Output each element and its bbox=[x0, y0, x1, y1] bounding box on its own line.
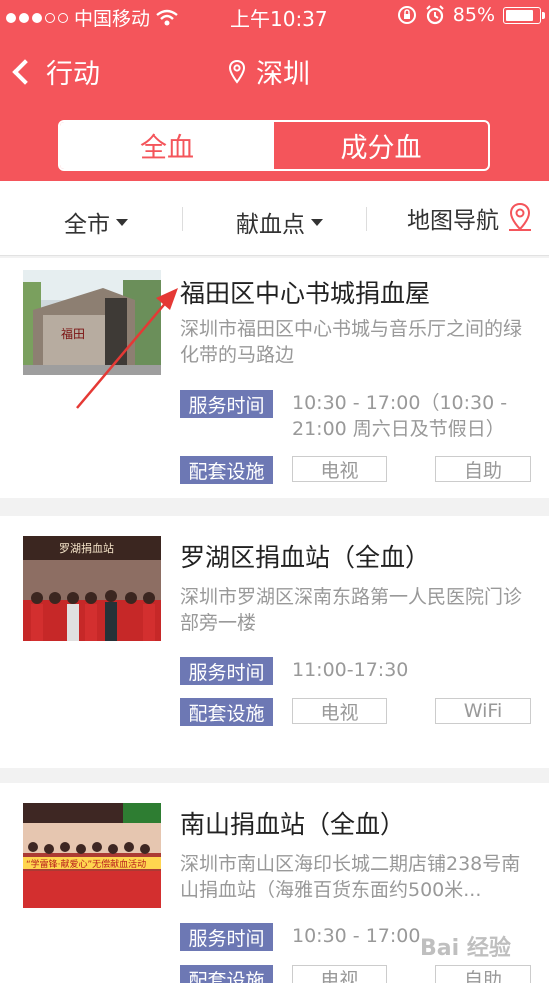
watermark: Bai 经验 bbox=[420, 936, 511, 961]
area-filter-dropdown[interactable]: 全市 bbox=[64, 205, 128, 239]
status-bar: 中国移动 上午10:37 85% bbox=[0, 0, 549, 32]
back-button[interactable]: 行动 bbox=[10, 52, 100, 91]
city-label: 深圳 bbox=[256, 59, 310, 90]
tab-component-blood[interactable]: 成分血 bbox=[274, 122, 488, 169]
photo-sign-text: 罗湖捐血站 bbox=[59, 541, 114, 555]
map-navigation-button[interactable]: 地图导航 bbox=[407, 201, 535, 235]
service-hours: 11:00-17:30 bbox=[292, 659, 409, 681]
filter-divider bbox=[182, 207, 183, 231]
map-navigation-label: 地图导航 bbox=[407, 208, 499, 234]
tab-whole-blood[interactable]: 全血 bbox=[60, 122, 274, 169]
filter-divider bbox=[366, 207, 367, 231]
location-pin-icon bbox=[228, 59, 246, 84]
blood-type-segmented-control: 全血 成分血 bbox=[58, 120, 490, 171]
area-filter-label: 全市 bbox=[64, 212, 110, 238]
carrier-label: 中国移动 bbox=[74, 8, 151, 30]
station-address: 深圳市罗湖区深南东路第一人民医院门诊部旁一楼 bbox=[180, 586, 523, 634]
station-photo: 福田 bbox=[23, 270, 161, 375]
facilities-tag: 配套设施 bbox=[180, 456, 273, 484]
status-left: 中国移动 bbox=[6, 4, 178, 31]
status-time: 上午10:37 bbox=[230, 7, 328, 31]
facility-tv: 电视 bbox=[292, 698, 387, 724]
station-name: 罗湖区捐血站（全血） bbox=[180, 543, 431, 572]
battery-icon bbox=[503, 6, 545, 24]
site-type-filter-dropdown[interactable]: 献血点 bbox=[236, 205, 323, 239]
battery-percent: 85% bbox=[452, 4, 495, 26]
station-name: 福田区中心书城捐血屋 bbox=[180, 279, 431, 308]
service-hours-tag: 服务时间 bbox=[180, 923, 273, 951]
facilities-tag: 配套设施 bbox=[180, 698, 273, 726]
facility-tv: 电视 bbox=[292, 965, 387, 983]
facility-tv: 电视 bbox=[292, 456, 387, 482]
site-type-filter-label: 献血点 bbox=[236, 212, 305, 238]
city-selector[interactable]: 深圳 bbox=[228, 52, 310, 91]
station-name: 南山捐血站（全血） bbox=[180, 810, 406, 839]
service-hours: 10:30 - 17:00（10:30 - 21:00 周六日及节假日） bbox=[292, 392, 508, 440]
wifi-icon bbox=[156, 9, 178, 26]
alarm-icon bbox=[426, 5, 444, 25]
station-photo: “学雷锋·献爱心”无偿献血活动 bbox=[23, 803, 161, 908]
app-header: 中国移动 上午10:37 85% 行动 深圳 全血 成分血 bbox=[0, 0, 549, 181]
caret-down-icon bbox=[311, 218, 323, 226]
nav-bar: 行动 深圳 bbox=[0, 46, 549, 96]
status-right: 85% bbox=[397, 4, 545, 26]
facility-self-service: 自助 bbox=[435, 965, 531, 983]
photo-sign-text: 福田 bbox=[61, 326, 85, 341]
facility-self-service: 自助 bbox=[435, 456, 531, 482]
back-label: 行动 bbox=[46, 59, 100, 90]
station-photo: 罗湖捐血站 bbox=[23, 536, 161, 641]
caret-down-icon bbox=[116, 218, 128, 226]
service-hours-tag: 服务时间 bbox=[180, 390, 273, 418]
service-hours-tag: 服务时间 bbox=[180, 657, 273, 685]
signal-strength-icon bbox=[6, 12, 68, 23]
rotation-lock-icon bbox=[397, 6, 416, 24]
filter-bar: 全市 献血点 地图导航 bbox=[0, 181, 549, 256]
station-address: 深圳市福田区中心书城与音乐厅之间的绿化带的马路边 bbox=[180, 318, 523, 366]
facility-wifi: WiFi bbox=[435, 698, 531, 724]
chevron-left-icon bbox=[12, 58, 38, 85]
station-address: 深圳市南山区海印长城二期店铺238号南山捐血站（海雅百货东面约500米... bbox=[180, 853, 521, 901]
station-card[interactable]: 罗湖捐血站 罗湖区捐血站（全血） 深圳市罗湖区深南东路第一人民医院门诊部旁一楼 … bbox=[0, 516, 549, 768]
location-pin-icon bbox=[509, 202, 531, 231]
facilities-tag: 配套设施 bbox=[180, 965, 273, 983]
station-card[interactable]: 福田 福田区中心书城捐血屋 深圳市福田区中心书城与音乐厅之间的绿化带的马路边 服… bbox=[0, 258, 549, 498]
photo-banner-text: “学雷锋·献爱心”无偿献血活动 bbox=[26, 858, 146, 870]
